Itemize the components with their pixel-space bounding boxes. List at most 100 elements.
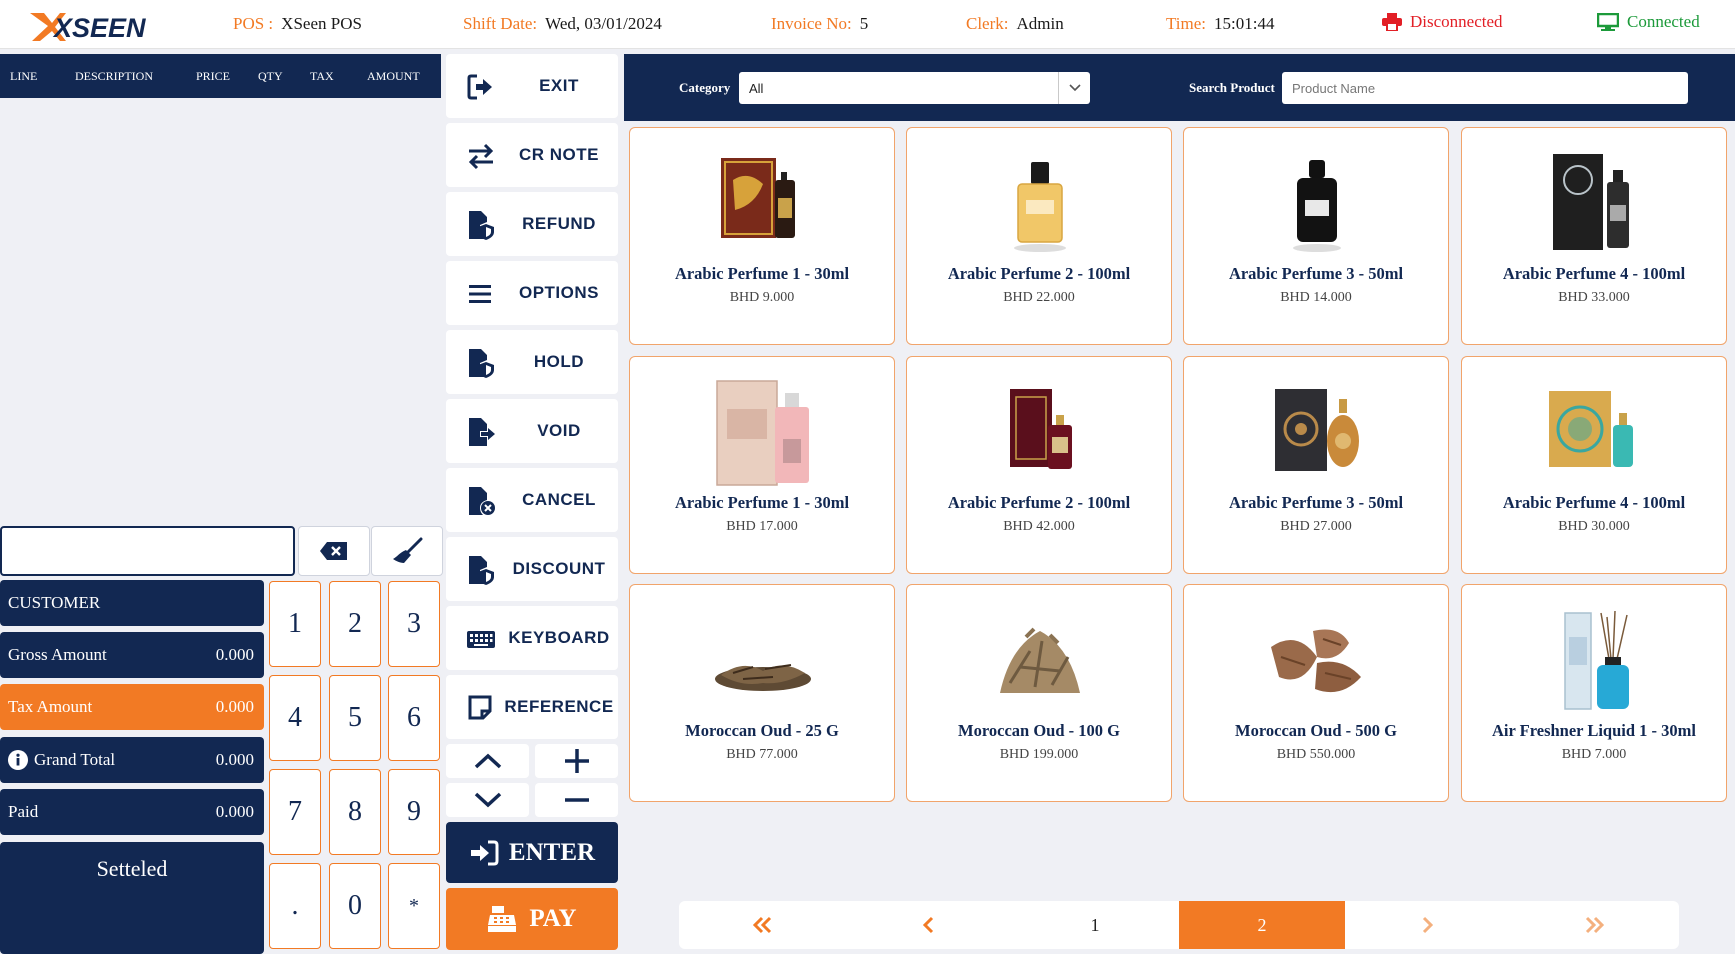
void-button[interactable]: VOID [446, 399, 618, 463]
product-card[interactable]: Arabic Perfume 4 - 100ml BHD 33.000 [1461, 127, 1727, 345]
col-amount: AMOUNT [367, 69, 420, 83]
chevron-up-icon [474, 753, 501, 769]
file-cancel-icon [469, 487, 495, 515]
enter-button[interactable]: ENTER [446, 822, 618, 883]
perfume-box-black-icon [1553, 154, 1629, 250]
hold-button[interactable]: HOLD [446, 330, 618, 394]
cr-note-button[interactable]: CR NOTE [446, 123, 618, 187]
search-product-input[interactable] [1282, 72, 1688, 104]
product-price: BHD 14.000 [1280, 290, 1352, 305]
product-card[interactable]: Arabic Perfume 3 - 50ml BHD 14.000 [1183, 127, 1449, 345]
info-icon[interactable] [8, 750, 28, 770]
product-card[interactable]: Arabic Perfume 1 - 30ml BHD 9.000 [629, 127, 895, 345]
reference-label: REFERENCE [504, 697, 614, 716]
cancel-button[interactable]: CANCEL [446, 468, 618, 532]
customer-label: CUSTOMER [8, 593, 101, 612]
last-page-button[interactable] [1512, 901, 1678, 949]
product-name: Arabic Perfume 4 - 100ml [1502, 493, 1686, 512]
perfume-box-pink-icon [716, 380, 809, 486]
key-1[interactable]: 1 [269, 581, 321, 667]
exit-label: EXIT [539, 76, 579, 95]
col-price: PRICE [196, 69, 231, 83]
refund-label: REFUND [522, 214, 596, 233]
key-2[interactable]: 2 [329, 581, 381, 667]
key-decimal[interactable]: . [269, 863, 321, 949]
col-line: LINE [10, 69, 38, 83]
product-card[interactable]: Moroccan Oud - 25 G BHD 77.000 [629, 584, 895, 802]
clerk-info: Clerk: Admin [966, 14, 1064, 33]
key-7[interactable]: 7 [269, 769, 321, 855]
cart-items-area[interactable] [0, 98, 441, 523]
keyboard-button[interactable]: KEYBOARD [446, 606, 618, 670]
file-export-icon [469, 418, 495, 446]
prev-page-button[interactable] [845, 901, 1011, 949]
gross-amount-label: Gross Amount [8, 645, 107, 664]
backspace-button[interactable] [298, 526, 370, 576]
product-price: BHD 7.000 [1561, 747, 1627, 762]
qty-increase-button[interactable] [535, 744, 618, 778]
reference-button[interactable]: REFERENCE [446, 675, 618, 739]
exit-button[interactable]: EXIT [446, 54, 618, 118]
invoice-info: Invoice No: 5 [771, 14, 869, 33]
file-shield-icon [469, 556, 494, 585]
product-card[interactable]: Arabic Perfume 2 - 100ml BHD 22.000 [906, 127, 1172, 345]
product-card[interactable]: Moroccan Oud - 100 G BHD 199.000 [906, 584, 1172, 802]
next-page-button[interactable] [1345, 901, 1511, 949]
product-card[interactable]: Arabic Perfume 1 - 30ml BHD 17.000 [629, 356, 895, 574]
product-price: BHD 42.000 [1003, 519, 1075, 534]
refund-button[interactable]: REFUND [446, 192, 618, 256]
printer-status-text: Disconnected [1410, 12, 1503, 31]
scroll-down-button[interactable] [446, 783, 529, 817]
product-card[interactable]: Arabic Perfume 3 - 50ml BHD 27.000 [1183, 356, 1449, 574]
double-chevron-left-icon [752, 916, 772, 934]
product-name: Arabic Perfume 3 - 50ml [1228, 264, 1404, 283]
product-price: BHD 30.000 [1558, 519, 1630, 534]
product-name: Arabic Perfume 2 - 100ml [947, 264, 1131, 283]
key-8[interactable]: 8 [329, 769, 381, 855]
customer-box[interactable]: CUSTOMER [0, 580, 264, 626]
key-0[interactable]: 0 [329, 863, 381, 949]
pay-button[interactable]: PAY [446, 888, 618, 950]
key-4[interactable]: 4 [269, 675, 321, 761]
cancel-label: CANCEL [522, 490, 596, 509]
category-select[interactable]: All [739, 72, 1090, 104]
options-button[interactable]: OPTIONS [446, 261, 618, 325]
oud-chips-pile-icon [1000, 627, 1080, 693]
scroll-up-button[interactable] [446, 744, 529, 778]
product-card[interactable]: Moroccan Oud - 500 G BHD 550.000 [1183, 584, 1449, 802]
page-2-button[interactable]: 2 [1179, 901, 1345, 949]
printer-icon [1382, 13, 1402, 31]
display-status[interactable]: Connected [1597, 12, 1700, 32]
discount-button[interactable]: DISCOUNT [446, 537, 618, 601]
backspace-icon [320, 542, 347, 560]
key-3[interactable]: 3 [388, 581, 440, 667]
product-card[interactable]: Arabic Perfume 4 - 100ml BHD 30.000 [1461, 356, 1727, 574]
key-6[interactable]: 6 [388, 675, 440, 761]
perfume-bottle-amber-icon [1014, 162, 1066, 252]
swap-arrows-icon [468, 143, 494, 170]
logo-text: XSEEN [52, 13, 146, 43]
page-1-button[interactable]: 1 [1012, 901, 1178, 949]
options-label: OPTIONS [518, 283, 599, 302]
product-name: Arabic Perfume 4 - 100ml [1502, 264, 1686, 283]
perfume-box-gold-icon [721, 158, 795, 238]
key-multiply[interactable]: * [388, 863, 440, 949]
shift-date-info: Shift Date: Wed, 03/01/2024 [463, 14, 662, 33]
cr-note-label: CR NOTE [519, 145, 599, 164]
entry-input[interactable] [0, 526, 295, 576]
top-header: XSEEN POS : XSeen POS Shift Date: Wed, 03/… [0, 0, 1735, 49]
col-tax: TAX [310, 69, 334, 83]
product-card[interactable]: Air Freshner Liquid 1 - 30ml BHD 7.000 [1461, 584, 1727, 802]
clear-button[interactable] [371, 526, 443, 576]
qty-decrease-button[interactable] [535, 783, 618, 817]
first-page-button[interactable] [679, 901, 845, 949]
paid-value: 0.000 [215, 802, 254, 821]
key-9[interactable]: 9 [388, 769, 440, 855]
oud-chips-small-icon [715, 664, 811, 691]
product-name: Moroccan Oud - 500 G [1235, 721, 1397, 740]
pay-label: PAY [529, 905, 577, 932]
key-5[interactable]: 5 [329, 675, 381, 761]
monitor-icon [1597, 13, 1619, 31]
printer-status[interactable]: Disconnected [1382, 12, 1503, 32]
product-card[interactable]: Arabic Perfume 2 - 100ml BHD 42.000 [906, 356, 1172, 574]
